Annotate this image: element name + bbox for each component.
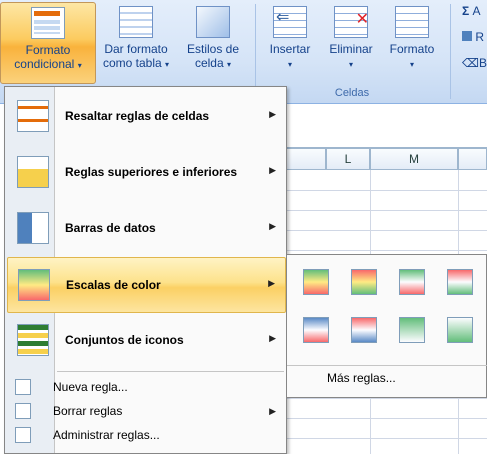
menu-item-label: Borrar reglas bbox=[53, 404, 123, 418]
chevron-down-icon: ▾ bbox=[165, 60, 170, 69]
insert-label: Insertar bbox=[269, 42, 311, 56]
color-scale-swatch[interactable] bbox=[399, 317, 425, 343]
chevron-down-icon: ▾ bbox=[227, 60, 232, 69]
cell-styles-label-1: Estilos de bbox=[186, 42, 240, 56]
ribbon-separator bbox=[450, 4, 451, 99]
menu-item-highlight-rules[interactable]: Resaltar reglas de celdas ▶ bbox=[7, 89, 286, 145]
clear-label: B bbox=[478, 56, 487, 70]
chevron-down-icon: ▾ bbox=[77, 61, 82, 70]
format-as-table-button[interactable]: Dar formato como tabla ▾ bbox=[98, 2, 174, 84]
chevron-down-icon: ▾ bbox=[287, 60, 292, 69]
menu-item-label: Reglas superiores e inferiores bbox=[65, 165, 238, 179]
chevron-right-icon: ▶ bbox=[268, 278, 275, 288]
delete-button[interactable]: Eliminar ▾ bbox=[320, 2, 382, 84]
format-label: Formato bbox=[389, 42, 435, 56]
eraser-icon: ⌫ bbox=[462, 56, 479, 70]
gridline bbox=[286, 210, 487, 211]
color-scale-swatch[interactable] bbox=[303, 317, 329, 343]
insert-button[interactable]: Insertar ▾ bbox=[260, 2, 320, 84]
menu-item-label: Conjuntos de iconos bbox=[65, 333, 184, 347]
formula-area bbox=[286, 105, 487, 148]
menu-item-data-bars[interactable]: Barras de datos ▶ bbox=[7, 201, 286, 257]
menu-item-clear-rules[interactable]: Borrar reglas ▶ bbox=[7, 399, 286, 423]
column-header-n[interactable] bbox=[458, 148, 487, 170]
menu-item-label: Administrar reglas... bbox=[53, 428, 160, 442]
top-bottom-rules-icon bbox=[17, 156, 49, 188]
format-as-table-icon bbox=[119, 6, 153, 38]
ribbon-separator bbox=[255, 4, 256, 99]
format-as-table-label-2: como tabla bbox=[102, 56, 162, 70]
new-rule-icon bbox=[15, 379, 31, 395]
menu-item-label: Nueva regla... bbox=[53, 380, 128, 394]
autosum-label: A bbox=[472, 4, 481, 18]
color-scales-submenu: Más reglas... bbox=[286, 254, 487, 398]
menu-item-icon-sets[interactable]: Conjuntos de iconos ▶ bbox=[7, 313, 286, 369]
cell-styles-label-2: celda bbox=[194, 56, 224, 70]
menu-item-label: Escalas de color bbox=[66, 278, 161, 292]
more-rules-item[interactable]: Más reglas... bbox=[327, 371, 396, 385]
clear-button[interactable]: ⌫B bbox=[462, 56, 487, 70]
menu-item-color-scales[interactable]: Escalas de color ▶ bbox=[7, 257, 286, 313]
menu-item-manage-rules[interactable]: Administrar reglas... bbox=[7, 423, 286, 447]
fill-icon bbox=[462, 31, 472, 41]
chevron-right-icon: ▶ bbox=[269, 333, 276, 343]
insert-icon bbox=[273, 6, 307, 38]
chevron-right-icon: ▶ bbox=[269, 406, 276, 416]
conditional-format-label-1: Formato bbox=[25, 43, 71, 57]
delete-icon bbox=[334, 6, 369, 38]
clear-rules-icon bbox=[15, 403, 31, 419]
column-header-k[interactable] bbox=[286, 148, 326, 170]
color-scale-swatch[interactable] bbox=[447, 317, 473, 343]
color-scale-swatch[interactable] bbox=[351, 317, 377, 343]
sum-icon: Σ bbox=[462, 4, 470, 18]
conditional-format-button[interactable]: Formato condicional ▾ bbox=[0, 2, 96, 84]
cells-group-label: Celdas bbox=[334, 87, 370, 99]
menu-item-top-bottom-rules[interactable]: Reglas superiores e inferiores ▶ bbox=[7, 145, 286, 201]
data-bars-icon bbox=[17, 212, 49, 244]
gridline bbox=[286, 190, 487, 191]
menu-item-new-rule[interactable]: Nueva regla... bbox=[7, 375, 286, 399]
gridline bbox=[286, 398, 487, 399]
column-header-l[interactable]: L bbox=[326, 148, 370, 170]
conditional-format-menu: Resaltar reglas de celdas ▶ Reglas super… bbox=[4, 86, 287, 454]
delete-label: Eliminar bbox=[329, 42, 373, 56]
cell-styles-icon bbox=[196, 6, 230, 38]
icon-sets-icon bbox=[17, 324, 49, 356]
chevron-down-icon: ▾ bbox=[348, 60, 353, 69]
format-as-table-label-1: Dar formato bbox=[104, 42, 168, 56]
color-scales-icon bbox=[18, 269, 50, 301]
autosum-button[interactable]: Σ A bbox=[462, 4, 481, 18]
manage-rules-icon bbox=[15, 427, 31, 443]
menu-separator bbox=[287, 365, 487, 366]
chevron-down-icon: ▾ bbox=[409, 60, 414, 69]
highlight-rules-icon bbox=[17, 100, 49, 132]
chevron-right-icon: ▶ bbox=[269, 221, 276, 231]
menu-item-label: Resaltar reglas de celdas bbox=[65, 109, 210, 123]
menu-item-label: Barras de datos bbox=[65, 221, 156, 235]
fill-button[interactable]: R bbox=[462, 30, 484, 44]
format-button[interactable]: Formato ▾ bbox=[382, 2, 442, 84]
cell-styles-button[interactable]: Estilos de celda ▾ bbox=[176, 2, 250, 84]
gridline bbox=[286, 230, 487, 231]
color-scale-swatch[interactable] bbox=[351, 269, 377, 295]
format-icon bbox=[395, 6, 429, 38]
conditional-format-icon bbox=[31, 7, 65, 39]
gridline bbox=[286, 438, 487, 439]
chevron-right-icon: ▶ bbox=[269, 165, 276, 175]
conditional-format-label-2: condicional bbox=[14, 57, 75, 71]
gridline bbox=[286, 418, 487, 419]
color-scale-swatch[interactable] bbox=[399, 269, 425, 295]
gridline bbox=[286, 250, 487, 251]
color-scale-swatch[interactable] bbox=[447, 269, 473, 295]
menu-separator bbox=[57, 371, 284, 372]
chevron-right-icon: ▶ bbox=[269, 109, 276, 119]
fill-label: R bbox=[475, 30, 485, 44]
column-header-m[interactable]: M bbox=[370, 148, 458, 170]
color-scale-swatch[interactable] bbox=[303, 269, 329, 295]
